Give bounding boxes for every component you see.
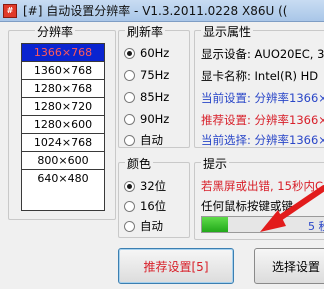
resolution-item-1280x720[interactable]: 1280×720 <box>22 98 104 116</box>
resolution-item-1280x600[interactable]: 1280×600 <box>22 116 104 134</box>
current-setting-line: 当前设置: 分辨率1366× <box>201 91 324 105</box>
red-arrow-annotation <box>260 185 324 232</box>
resolution-group: 分辨率 1366×768 1360×768 1280×768 1280×720 … <box>8 23 116 220</box>
refresh-90hz-label: 90Hz <box>140 112 170 126</box>
hint-group-label: 提示 <box>201 155 230 172</box>
resolution-item-1366x768[interactable]: 1366×768 <box>22 44 104 62</box>
refresh-auto-label: 自动 <box>140 133 163 147</box>
refresh-85hz-label: 85Hz <box>140 90 170 104</box>
refresh-90hz-radio[interactable]: 90Hz <box>124 112 169 126</box>
graphics-card-line: 显卡名称: Intel(R) HD <box>201 69 319 83</box>
recommended-setting-line: 推荐设置: 分辨率1366× <box>201 113 324 127</box>
refresh-85hz-radio[interactable]: 85Hz <box>124 90 169 104</box>
title-bar[interactable]: # [#] 自动设置分辨率 - V1.3.2011.0228 X86U (( <box>0 0 324 22</box>
refresh-60hz-radio[interactable]: 60Hz <box>124 46 169 60</box>
color-auto-label: 自动 <box>140 219 163 233</box>
radio-checked-icon <box>124 180 135 192</box>
refresh-60hz-label: 60Hz <box>140 46 170 60</box>
radio-unchecked-icon <box>124 134 135 146</box>
resolution-item-1280x768[interactable]: 1280×768 <box>22 80 104 98</box>
resolution-list[interactable]: 1366×768 1360×768 1280×768 1280×720 1280… <box>21 43 105 211</box>
app-icon: # <box>3 3 17 18</box>
radio-unchecked-icon <box>124 220 135 232</box>
recommend-settings-button[interactable]: 推荐设置[5] <box>118 248 234 284</box>
color-16bit-label: 16位 <box>140 199 167 213</box>
refresh-75hz-label: 75Hz <box>140 68 170 82</box>
resolution-item-1024x768[interactable]: 1024×768 <box>22 134 104 152</box>
radio-unchecked-icon <box>124 113 135 125</box>
refresh-rate-group-label: 刷新率 <box>125 23 166 40</box>
color-32bit-label: 32位 <box>140 179 167 193</box>
resolution-item-1360x768[interactable]: 1360×768 <box>22 62 104 80</box>
display-device-line: 显示设备: AUO20EC, 34 <box>201 47 324 61</box>
window-body: 分辨率 1366×768 1360×768 1280×768 1280×720 … <box>0 22 324 289</box>
window-title: [#] 自动设置分辨率 - V1.3.2011.0228 X86U (( <box>23 4 288 18</box>
display-properties-group-label: 显示属性 <box>201 23 254 40</box>
color-32bit-radio[interactable]: 32位 <box>124 178 166 194</box>
resolution-group-label: 分辨率 <box>35 23 76 40</box>
color-16bit-radio[interactable]: 16位 <box>124 198 166 214</box>
select-settings-button[interactable]: 选择设置 <box>254 248 324 284</box>
resolution-item-640x480[interactable]: 640×480 <box>22 170 104 188</box>
refresh-75hz-radio[interactable]: 75Hz <box>124 68 169 82</box>
radio-unchecked-icon <box>124 69 135 81</box>
radio-unchecked-icon <box>124 91 135 103</box>
color-auto-radio[interactable]: 自动 <box>124 218 163 234</box>
resolution-item-800x600[interactable]: 800×600 <box>22 152 104 170</box>
radio-checked-icon <box>124 47 135 59</box>
color-group-label: 颜色 <box>125 155 154 172</box>
radio-unchecked-icon <box>124 200 135 212</box>
progress-fill <box>202 217 228 232</box>
current-selection-line: 当前选择: 分辨率1366× <box>201 133 324 147</box>
refresh-auto-radio[interactable]: 自动 <box>124 132 163 148</box>
